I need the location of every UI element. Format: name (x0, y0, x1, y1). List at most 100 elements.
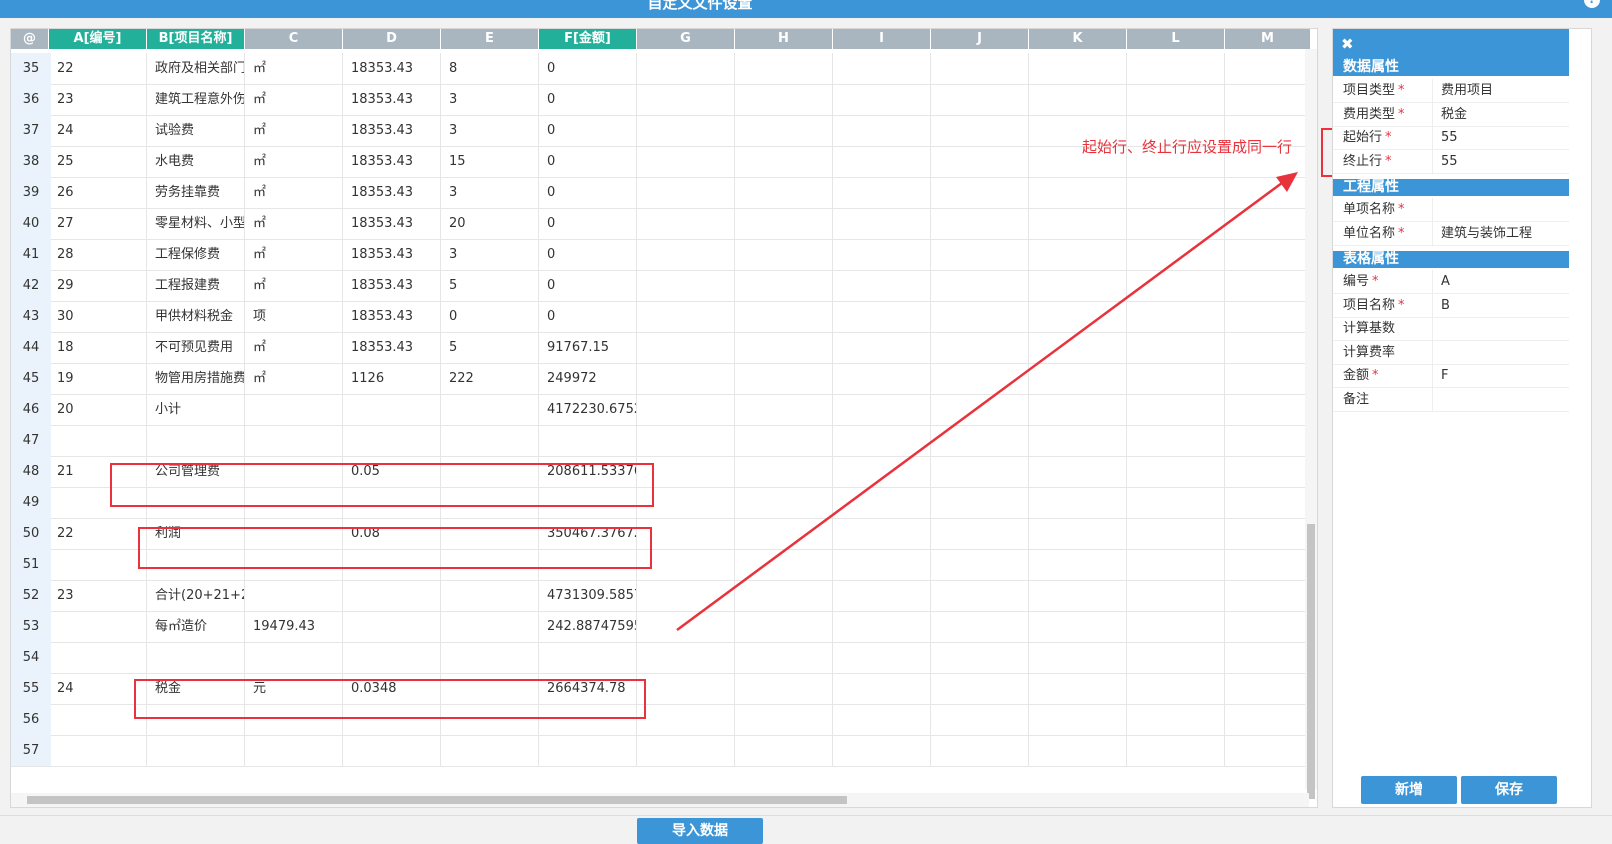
property-row[interactable]: 计算费率 (1333, 340, 1569, 365)
table-cell[interactable] (637, 115, 735, 146)
table-cell[interactable] (833, 642, 931, 673)
table-cell[interactable] (735, 363, 833, 394)
table-cell[interactable] (441, 611, 539, 642)
table-cell[interactable] (441, 456, 539, 487)
table-cell[interactable]: 0 (441, 301, 539, 332)
column-header[interactable]: I (833, 29, 931, 49)
row-number[interactable]: 38 (11, 146, 51, 177)
table-row[interactable]: 46 20 小计 4172230.6752 (11, 394, 1311, 426)
table-cell[interactable] (1029, 53, 1127, 84)
table-cell[interactable] (147, 642, 245, 673)
table-cell[interactable] (245, 580, 343, 611)
table-cell[interactable] (637, 332, 735, 363)
property-row[interactable]: 项目名称 * B (1333, 293, 1569, 318)
horizontal-scroll-thumb[interactable] (27, 796, 847, 804)
table-cell[interactable] (637, 704, 735, 735)
table-cell[interactable] (833, 270, 931, 301)
table-cell[interactable]: 工程保修费 (147, 239, 245, 270)
property-value[interactable]: 建筑与装饰工程 (1441, 222, 1532, 246)
table-cell[interactable] (931, 518, 1029, 549)
property-row[interactable]: 项目类型 * 费用项目 (1333, 79, 1569, 103)
row-number[interactable]: 57 (11, 735, 51, 766)
column-header[interactable]: L (1127, 29, 1225, 49)
table-cell[interactable]: 公司管理费 (147, 456, 245, 487)
table-cell[interactable]: 劳务挂靠费 (147, 177, 245, 208)
table-row[interactable]: 36 23 建筑工程意外伤㎡ 18353.43 3 0 (11, 84, 1311, 116)
table-cell[interactable] (1029, 735, 1127, 766)
table-cell[interactable] (1225, 580, 1311, 611)
table-cell[interactable] (735, 177, 833, 208)
table-cell[interactable] (833, 673, 931, 704)
table-cell[interactable] (1225, 177, 1311, 208)
table-cell[interactable]: 30 (49, 301, 147, 332)
table-cell[interactable] (637, 84, 735, 115)
table-cell[interactable] (931, 115, 1029, 146)
table-cell[interactable] (1127, 239, 1225, 270)
column-header[interactable]: K (1029, 29, 1127, 49)
table-cell[interactable]: 0 (539, 84, 637, 115)
table-cell[interactable]: 0 (539, 208, 637, 239)
table-cell[interactable] (1127, 84, 1225, 115)
table-cell[interactable]: 18353.43 (343, 208, 441, 239)
table-row[interactable]: 53 每㎡造价 19479.43 242.88747595 (11, 611, 1311, 643)
table-cell[interactable]: 0.0348 (343, 673, 441, 704)
table-cell[interactable]: 工程报建费 (147, 270, 245, 301)
table-cell[interactable] (1127, 177, 1225, 208)
table-cell[interactable] (1127, 487, 1225, 518)
table-cell[interactable] (735, 456, 833, 487)
table-cell[interactable] (343, 735, 441, 766)
table-cell[interactable] (1029, 673, 1127, 704)
table-cell[interactable] (441, 425, 539, 456)
table-cell[interactable]: 29 (49, 270, 147, 301)
close-icon[interactable]: ✖ (1341, 35, 1354, 53)
table-cell[interactable] (637, 487, 735, 518)
table-row[interactable]: 44 18 不可预见费用㎡ 18353.43 5 91767.15 (11, 332, 1311, 364)
table-row[interactable]: 5223合计(20+21+22) 4731309.5857 (11, 580, 1311, 612)
table-cell[interactable] (1029, 208, 1127, 239)
table-cell[interactable] (1127, 208, 1225, 239)
table-cell[interactable] (931, 146, 1029, 177)
table-cell[interactable] (245, 704, 343, 735)
table-cell[interactable]: 0 (539, 53, 637, 84)
table-row[interactable]: 48 21 公司管理费 0.05 208611.53376 (11, 456, 1311, 488)
table-cell[interactable]: 元 (245, 673, 343, 704)
table-cell[interactable]: 0 (539, 177, 637, 208)
table-cell[interactable] (539, 487, 637, 518)
table-cell[interactable] (637, 456, 735, 487)
table-cell[interactable] (1225, 487, 1311, 518)
table-cell[interactable] (735, 208, 833, 239)
property-value[interactable]: A (1441, 270, 1450, 294)
table-cell[interactable] (539, 704, 637, 735)
table-cell[interactable] (1225, 518, 1311, 549)
table-cell[interactable]: 不可预见费用 (147, 332, 245, 363)
table-cell[interactable]: 208611.53376 (539, 456, 637, 487)
table-cell[interactable]: 18353.43 (343, 84, 441, 115)
table-cell[interactable]: ㎡ (245, 332, 343, 363)
table-cell[interactable]: 28 (49, 239, 147, 270)
table-cell[interactable]: 5 (441, 332, 539, 363)
table-cell[interactable]: ㎡ (245, 177, 343, 208)
row-number[interactable]: 45 (11, 363, 51, 394)
table-cell[interactable]: 项 (245, 301, 343, 332)
table-cell[interactable] (539, 642, 637, 673)
table-cell[interactable] (637, 611, 735, 642)
table-cell[interactable]: ㎡ (245, 239, 343, 270)
property-row[interactable]: 编号 * A (1333, 270, 1569, 294)
table-cell[interactable] (637, 301, 735, 332)
table-cell[interactable] (147, 735, 245, 766)
table-cell[interactable]: 1126 (343, 363, 441, 394)
table-cell[interactable] (49, 487, 147, 518)
table-cell[interactable]: ㎡ (245, 84, 343, 115)
table-cell[interactable]: 合计(20+21+22) (147, 580, 245, 611)
table-row[interactable]: 35 22 政府及相关部门㎡ 18353.43 8 0 (11, 53, 1311, 85)
row-number[interactable]: 55 (11, 673, 51, 704)
table-cell[interactable] (1127, 580, 1225, 611)
table-cell[interactable] (245, 456, 343, 487)
table-cell[interactable] (735, 53, 833, 84)
table-cell[interactable] (245, 518, 343, 549)
table-cell[interactable] (637, 580, 735, 611)
table-cell[interactable] (1029, 642, 1127, 673)
table-cell[interactable] (833, 611, 931, 642)
table-cell[interactable] (735, 704, 833, 735)
table-cell[interactable] (539, 425, 637, 456)
